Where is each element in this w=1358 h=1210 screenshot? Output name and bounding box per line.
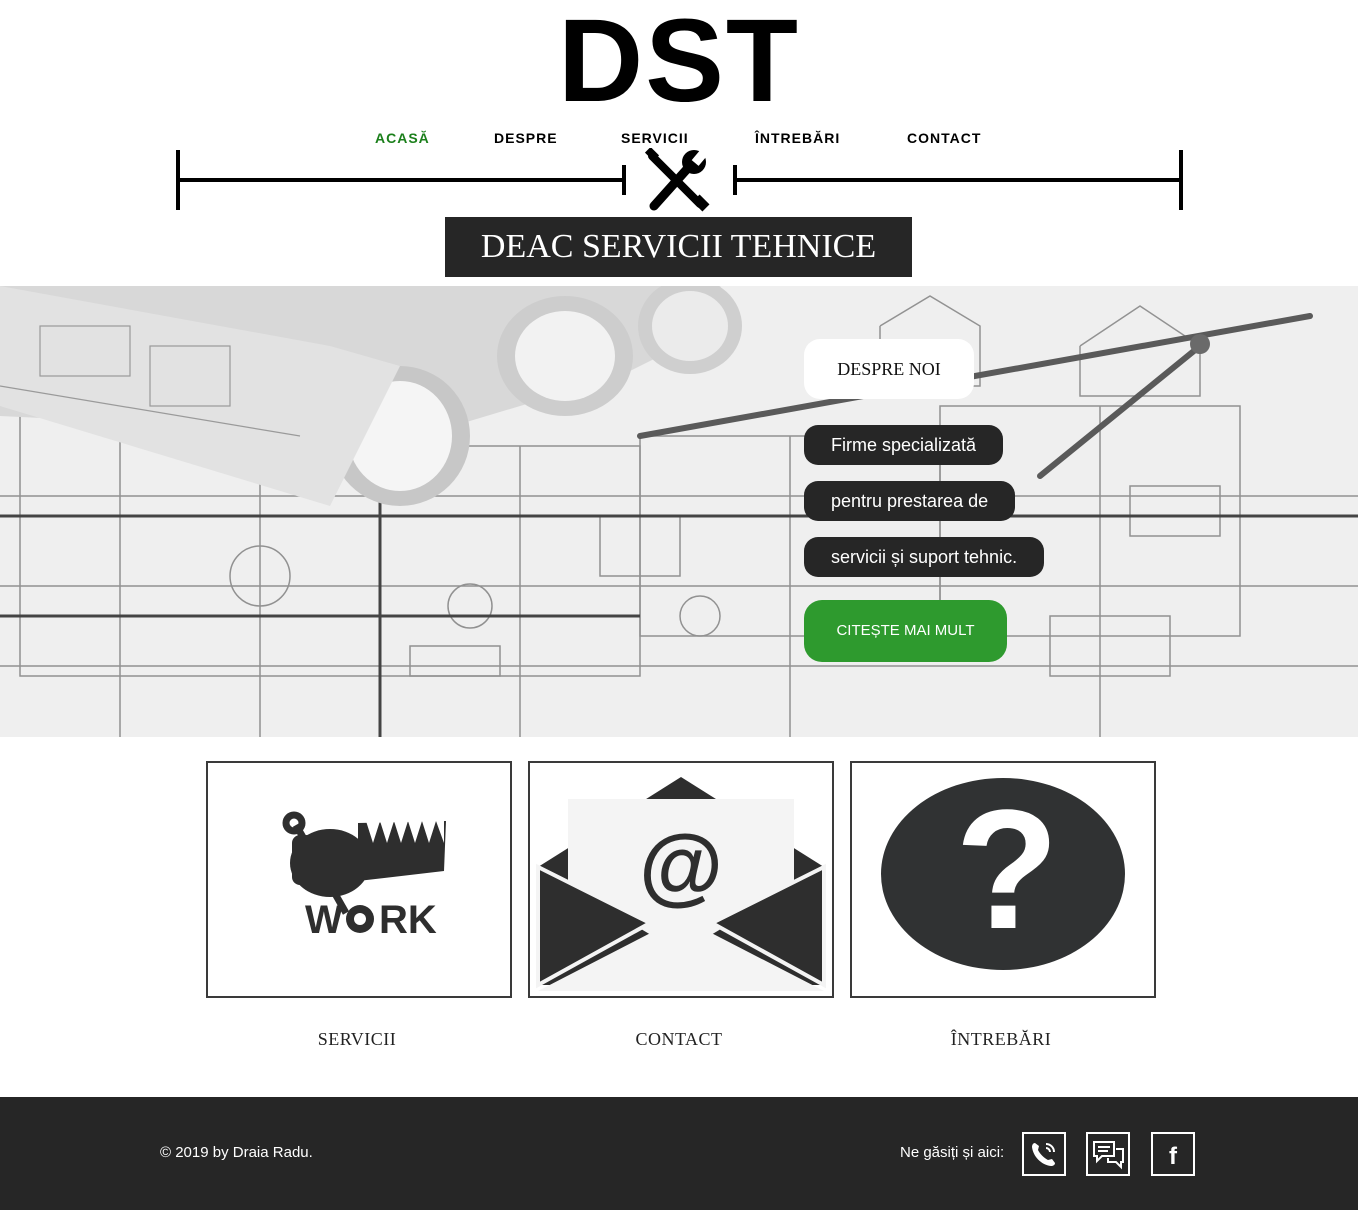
nav-item-contact[interactable]: CONTACT — [907, 130, 981, 146]
blueprint-background-image — [0, 286, 1358, 737]
card-intrebari[interactable]: ? — [850, 761, 1156, 998]
divider-left-line — [176, 178, 624, 182]
wrench-screwdriver-icon — [644, 148, 710, 212]
about-us-label: DESPRE NOI — [804, 339, 974, 399]
question-mark-icon: ? — [881, 775, 1125, 970]
phone-button[interactable] — [1022, 1132, 1066, 1176]
hero-text-line-3: servicii și suport tehnic. — [804, 537, 1045, 577]
nav-item-servicii[interactable]: SERVICII — [621, 130, 689, 146]
card-label-contact[interactable]: CONTACT — [526, 1029, 832, 1050]
email-envelope-icon: @ — [536, 777, 826, 991]
card-label-servicii[interactable]: SERVICII — [204, 1029, 510, 1050]
site-logo[interactable]: DST — [0, 2, 1358, 120]
company-name-banner: DEAC SERVICII TEHNICE — [445, 217, 912, 277]
work-icon-text-w: W — [305, 898, 343, 942]
divider-right-cap — [1179, 150, 1183, 210]
question-glyph: ? — [955, 775, 1059, 965]
find-us-label: Ne găsiți și aici: — [900, 1144, 1005, 1161]
read-more-button[interactable]: CITEȘTE MAI MULT — [804, 600, 1007, 662]
phone-icon — [1032, 1143, 1055, 1166]
nav-item-intrebari[interactable]: ÎNTREBĂRI — [755, 130, 840, 146]
at-sign-icon: @ — [639, 818, 723, 914]
hero-text-line-2: pentru prestarea de — [804, 481, 1016, 521]
copyright-text: © 2019 by Draia Radu. — [160, 1144, 313, 1161]
divider-right-line — [733, 178, 1183, 182]
nav-item-acasa[interactable]: ACASĂ — [375, 130, 430, 146]
nav-item-despre[interactable]: DESPRE — [494, 130, 558, 146]
hero-blueprint-banner — [0, 286, 1358, 737]
card-label-intrebari[interactable]: ÎNTREBĂRI — [848, 1029, 1154, 1050]
chat-icon — [1093, 1141, 1124, 1170]
divider-left-tick — [622, 165, 626, 195]
facebook-button[interactable]: f — [1151, 1132, 1195, 1176]
facebook-icon: f — [1169, 1143, 1178, 1170]
card-contact[interactable]: @ — [528, 761, 834, 998]
card-servicii[interactable]: W RK — [206, 761, 512, 998]
facebook-glyph: f — [1169, 1143, 1178, 1170]
work-fist-wrench-icon: W RK — [282, 811, 446, 942]
main-nav: ACASĂ DESPRE SERVICII ÎNTREBĂRI CONTACT — [0, 130, 1358, 150]
work-icon-text-rk: RK — [379, 898, 437, 942]
chat-button[interactable] — [1086, 1132, 1130, 1176]
hero-text-line-1: Firme specializată — [804, 425, 1004, 465]
